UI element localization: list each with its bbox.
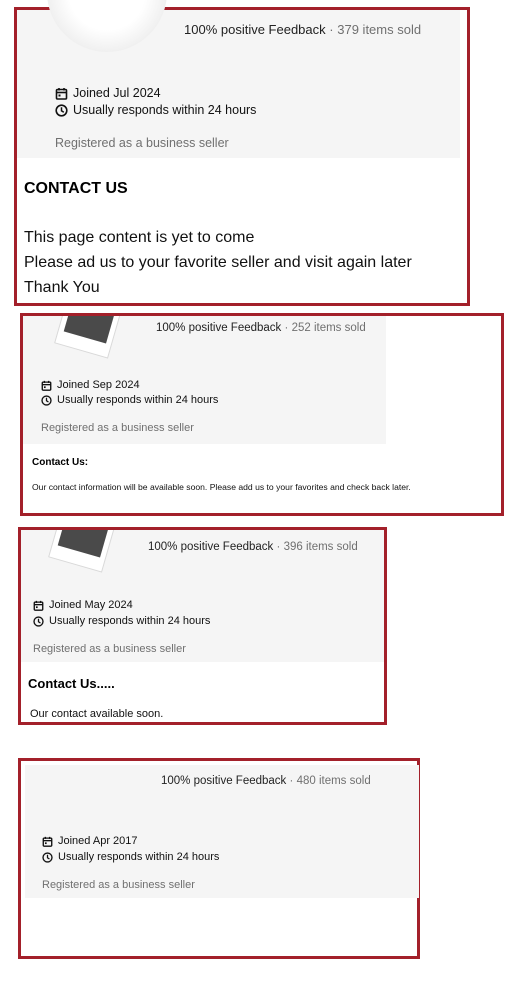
response-time-row: Usually responds within 24 hours: [33, 615, 210, 627]
seller-info-panel: 100% positive Feedback · 379 items sold …: [17, 0, 460, 158]
contact-heading: Contact Us.....: [28, 676, 115, 691]
items-sold: 480 items sold: [296, 775, 371, 787]
calendar-icon: [33, 600, 44, 611]
contact-line-1: Our contact available soon.: [30, 708, 164, 720]
contact-heading: Contact Us:: [32, 457, 89, 468]
registered-seller-note: Registered as a business seller: [33, 643, 186, 655]
response-time: Usually responds within 24 hours: [73, 103, 257, 117]
seller-stats: 100% positive Feedback · 396 items sold: [148, 541, 358, 553]
seller-stats: 100% positive Feedback · 480 items sold: [161, 775, 371, 787]
feedback-score: 100% positive Feedback: [161, 775, 287, 787]
stats-separator: ·: [284, 322, 289, 334]
items-sold: 252 items sold: [291, 322, 366, 334]
seller-card-2: 100% positive Feedback · 252 items sold …: [20, 313, 504, 516]
seller-stats: 100% positive Feedback · 379 items sold: [184, 22, 421, 37]
calendar-icon: [55, 87, 68, 100]
seller-card-4: 100% positive Feedback · 480 items sold …: [18, 758, 420, 959]
response-time-row: Usually responds within 24 hours: [42, 851, 219, 863]
calendar-icon: [41, 380, 52, 391]
contact-line-1: This page content is yet to come: [24, 229, 255, 246]
seller-stats: 100% positive Feedback · 252 items sold: [156, 322, 366, 334]
seller-photo-placeholder: [47, 530, 127, 578]
joined-row: Joined May 2024: [33, 599, 133, 611]
joined-row: Joined Jul 2024: [55, 86, 161, 100]
joined-date: Joined May 2024: [49, 599, 133, 611]
items-sold: 379 items sold: [337, 22, 422, 37]
joined-row: Joined Apr 2017: [42, 835, 138, 847]
items-sold: 396 items sold: [283, 541, 358, 553]
response-time: Usually responds within 24 hours: [57, 394, 219, 406]
stats-separator: ·: [329, 22, 334, 37]
joined-date: Joined Jul 2024: [73, 86, 161, 100]
registered-seller-note: Registered as a business seller: [42, 879, 195, 891]
stats-separator: ·: [289, 775, 294, 787]
seller-info-panel: 100% positive Feedback · 480 items sold …: [25, 765, 419, 898]
seller-card-1: 100% positive Feedback · 379 items sold …: [14, 0, 470, 306]
joined-row: Joined Sep 2024: [41, 379, 140, 391]
feedback-score: 100% positive Feedback: [148, 541, 274, 553]
seller-info-panel: 100% positive Feedback · 396 items sold …: [21, 530, 384, 662]
contact-line-2: Please ad us to your favorite seller and…: [24, 254, 412, 271]
clock-icon: [33, 615, 44, 627]
joined-date: Joined Sep 2024: [57, 379, 140, 391]
seller-photo-placeholder: [53, 316, 133, 364]
response-time-row: Usually responds within 24 hours: [55, 103, 256, 117]
joined-date: Joined Apr 2017: [58, 835, 138, 847]
seller-avatar-placeholder: [47, 0, 167, 52]
contact-line-3: Thank You: [24, 279, 100, 296]
response-time-row: Usually responds within 24 hours: [41, 394, 218, 406]
stats-separator: ·: [276, 541, 281, 553]
clock-icon: [55, 103, 68, 117]
contact-line-1: Our contact information will be availabl…: [32, 482, 411, 492]
calendar-icon: [42, 836, 53, 847]
seller-card-3: 100% positive Feedback · 396 items sold …: [18, 527, 387, 725]
contact-heading: CONTACT US: [24, 180, 128, 197]
response-time: Usually responds within 24 hours: [49, 615, 211, 627]
feedback-score: 100% positive Feedback: [184, 22, 326, 37]
response-time: Usually responds within 24 hours: [58, 851, 220, 863]
feedback-score: 100% positive Feedback: [156, 322, 282, 334]
registered-seller-note: Registered as a business seller: [41, 422, 194, 434]
clock-icon: [42, 851, 53, 863]
registered-seller-note: Registered as a business seller: [55, 136, 229, 150]
clock-icon: [41, 394, 52, 406]
seller-info-panel: 100% positive Feedback · 252 items sold …: [23, 316, 386, 444]
